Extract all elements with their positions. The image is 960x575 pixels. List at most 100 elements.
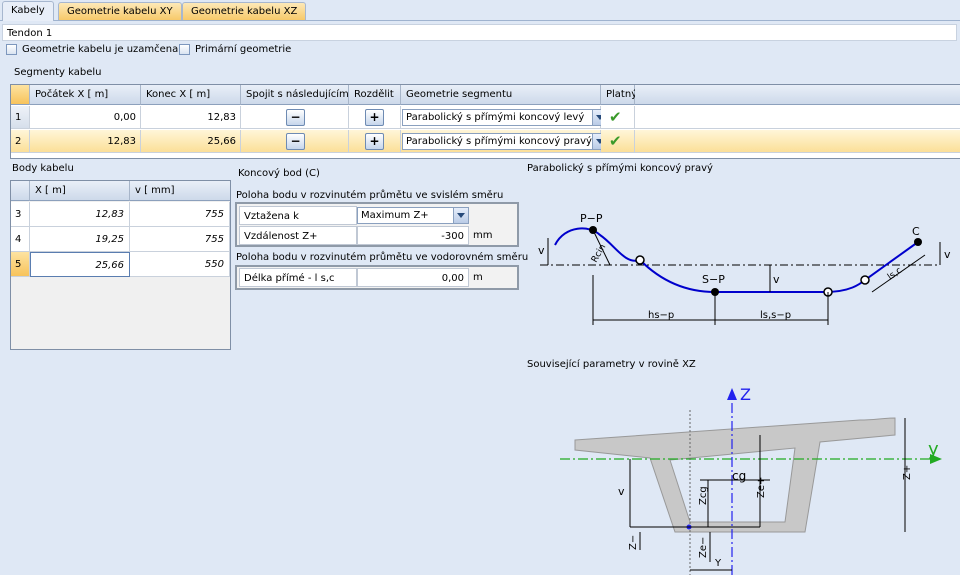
y-axis-label: y xyxy=(928,439,939,460)
row-index: 1 xyxy=(11,106,30,129)
tab-geometry-xy[interactable]: Geometrie kabelu XY xyxy=(58,2,182,20)
start-x-cell[interactable]: 12,83 xyxy=(30,130,141,153)
join-cell: − xyxy=(241,106,349,129)
x-cell[interactable]: 19,25 xyxy=(30,227,130,252)
ze-plus-label: Ze+ xyxy=(756,477,767,498)
geometry-cell: Parabolický s přímými koncový levý xyxy=(401,106,608,129)
geometry-select-value: Parabolický s přímými koncový levý xyxy=(406,112,585,123)
end-point-title: Koncový bod (C) xyxy=(238,168,320,179)
inflection-point xyxy=(635,255,645,265)
row-header-corner xyxy=(11,181,30,201)
row-index: 2 xyxy=(11,130,30,153)
col-filler xyxy=(635,85,960,105)
split-cell: + xyxy=(349,130,401,153)
col-split[interactable]: Rozdělit xyxy=(349,85,401,105)
z-plus-label: Z+ xyxy=(902,465,913,480)
geometry-select[interactable]: Parabolický s přímými koncový levý xyxy=(402,109,608,126)
v-label-middle: v xyxy=(773,273,780,286)
horizontal-position-box: Délka přímé - l s,c 0,00 m xyxy=(235,265,519,290)
join-button[interactable]: − xyxy=(286,109,305,126)
horizontal-position-title: Poloha bodu v rozvinutém průmětu ve vodo… xyxy=(236,252,529,263)
dist-label: Vzdálenost Z+ xyxy=(239,226,357,245)
end-x-cell[interactable]: 12,83 xyxy=(141,106,241,129)
tab-kabely[interactable]: Kabely xyxy=(2,1,54,21)
segments-table: Počátek X [ m] Konec X [ m] Spojit s nás… xyxy=(10,84,960,159)
locked-geometry-checkbox[interactable] xyxy=(6,44,17,55)
ze-minus-label: Ze− xyxy=(698,537,709,558)
col-geometry[interactable]: Geometrie segmentu xyxy=(401,85,601,105)
check-icon: ✔ xyxy=(609,132,622,150)
v-cell[interactable]: 755 xyxy=(130,202,230,227)
ys-label: Y xyxy=(714,558,722,569)
primary-geometry-label: Primární geometrie xyxy=(195,44,292,55)
geometry-select-value: Parabolický s přímými koncový pravý xyxy=(406,136,592,147)
z-arrow-icon xyxy=(727,388,737,400)
segments-title: Segmenty kabelu xyxy=(14,67,102,78)
vertical-position-box: Vztažena k Maximum Z+ Vzdálenost Z+ -300… xyxy=(235,202,519,247)
ref-label: Vztažena k xyxy=(239,206,357,225)
pp-label: P−P xyxy=(580,212,603,225)
len-input[interactable]: 0,00 xyxy=(357,268,469,287)
tab-bar: Kabely Geometrie kabelu XY Geometrie kab… xyxy=(0,0,960,21)
vertical-position-title: Poloha bodu v rozvinutém průmětu ve svis… xyxy=(236,190,504,201)
hs-label: hs−p xyxy=(648,310,674,321)
ref-select[interactable]: Maximum Z+ xyxy=(357,207,469,224)
start-x-cell[interactable]: 0,00 xyxy=(30,106,141,129)
dist-input[interactable]: -300 xyxy=(357,226,469,245)
ls-label: ls,s−p xyxy=(760,310,791,321)
diagram2-title: Související parametry v rovině XZ xyxy=(527,359,696,370)
row-filler xyxy=(635,130,960,153)
geometry-cell: Parabolický s přímými koncový pravý xyxy=(401,130,608,153)
v-label-left: v xyxy=(538,244,545,257)
row-filler xyxy=(635,106,960,129)
sp-label: S−P xyxy=(702,273,725,286)
valid-cell: ✔ xyxy=(601,106,635,129)
z-minus-label: Z− xyxy=(628,535,639,550)
geometry-select[interactable]: Parabolický s přímými koncový pravý xyxy=(402,133,608,150)
dist-unit: mm xyxy=(473,230,493,241)
x-cell[interactable]: 12,83 xyxy=(30,202,130,227)
join-button[interactable]: − xyxy=(286,133,305,150)
v-cell[interactable]: 550 xyxy=(130,252,230,277)
split-cell: + xyxy=(349,106,401,129)
cross-section-diagram: Z y cg Z+ v Zcg Ze+ Z− Ze− Y xyxy=(560,385,942,575)
row-index: 4 xyxy=(11,227,30,252)
tab-geometry-xz[interactable]: Geometrie kabelu XZ xyxy=(182,2,307,20)
primary-geometry-checkbox[interactable] xyxy=(179,44,190,55)
col-start-x[interactable]: Počátek X [ m] xyxy=(30,85,141,105)
row-header-corner xyxy=(11,85,30,105)
v-label-right: v xyxy=(944,248,951,261)
diagram1-title: Parabolický s přímými koncový pravý xyxy=(527,163,713,174)
row-index: 3 xyxy=(11,202,30,227)
col-join[interactable]: Spojit s následujícím xyxy=(241,85,349,105)
check-icon: ✔ xyxy=(609,108,622,126)
z-axis-label: Z xyxy=(740,385,751,404)
col-v[interactable]: v [ mm] xyxy=(130,181,230,201)
v-label: v xyxy=(618,485,625,498)
split-button[interactable]: + xyxy=(365,109,384,126)
join-cell: − xyxy=(241,130,349,153)
rcin-label: Rcin xyxy=(590,243,608,265)
col-valid[interactable]: Platný xyxy=(601,85,637,105)
body-points-table: X [ m] v [ mm] 3 12,83 755 4 19,25 755 5… xyxy=(10,180,231,350)
cg-label: cg xyxy=(732,469,746,483)
split-button[interactable]: + xyxy=(365,133,384,150)
col-x[interactable]: X [ m] xyxy=(30,181,130,201)
col-end-x[interactable]: Konec X [ m] xyxy=(141,85,241,105)
len-unit: m xyxy=(473,272,483,283)
end-x-cell[interactable]: 25,66 xyxy=(141,130,241,153)
c-label: C xyxy=(912,225,920,238)
v-cell[interactable]: 755 xyxy=(130,227,230,252)
tendon-profile-diagram: P−P S−P C v v v Rcin hs−p ls,s−p ls,c xyxy=(538,212,951,325)
zcg-label: Zcg xyxy=(698,486,709,505)
body-points-title: Body kabelu xyxy=(12,163,74,174)
tendon-name-field[interactable]: Tendon 1 xyxy=(2,24,957,41)
row-index: 5 xyxy=(11,252,30,277)
chevron-down-icon[interactable] xyxy=(453,208,468,223)
straight-start-point xyxy=(860,275,870,285)
c-point xyxy=(914,238,922,246)
x-cell[interactable]: 25,66 xyxy=(30,252,130,277)
ref-select-value: Maximum Z+ xyxy=(361,210,429,221)
valid-cell: ✔ xyxy=(601,130,635,153)
locked-geometry-label: Geometrie kabelu je uzamčena xyxy=(22,44,179,55)
